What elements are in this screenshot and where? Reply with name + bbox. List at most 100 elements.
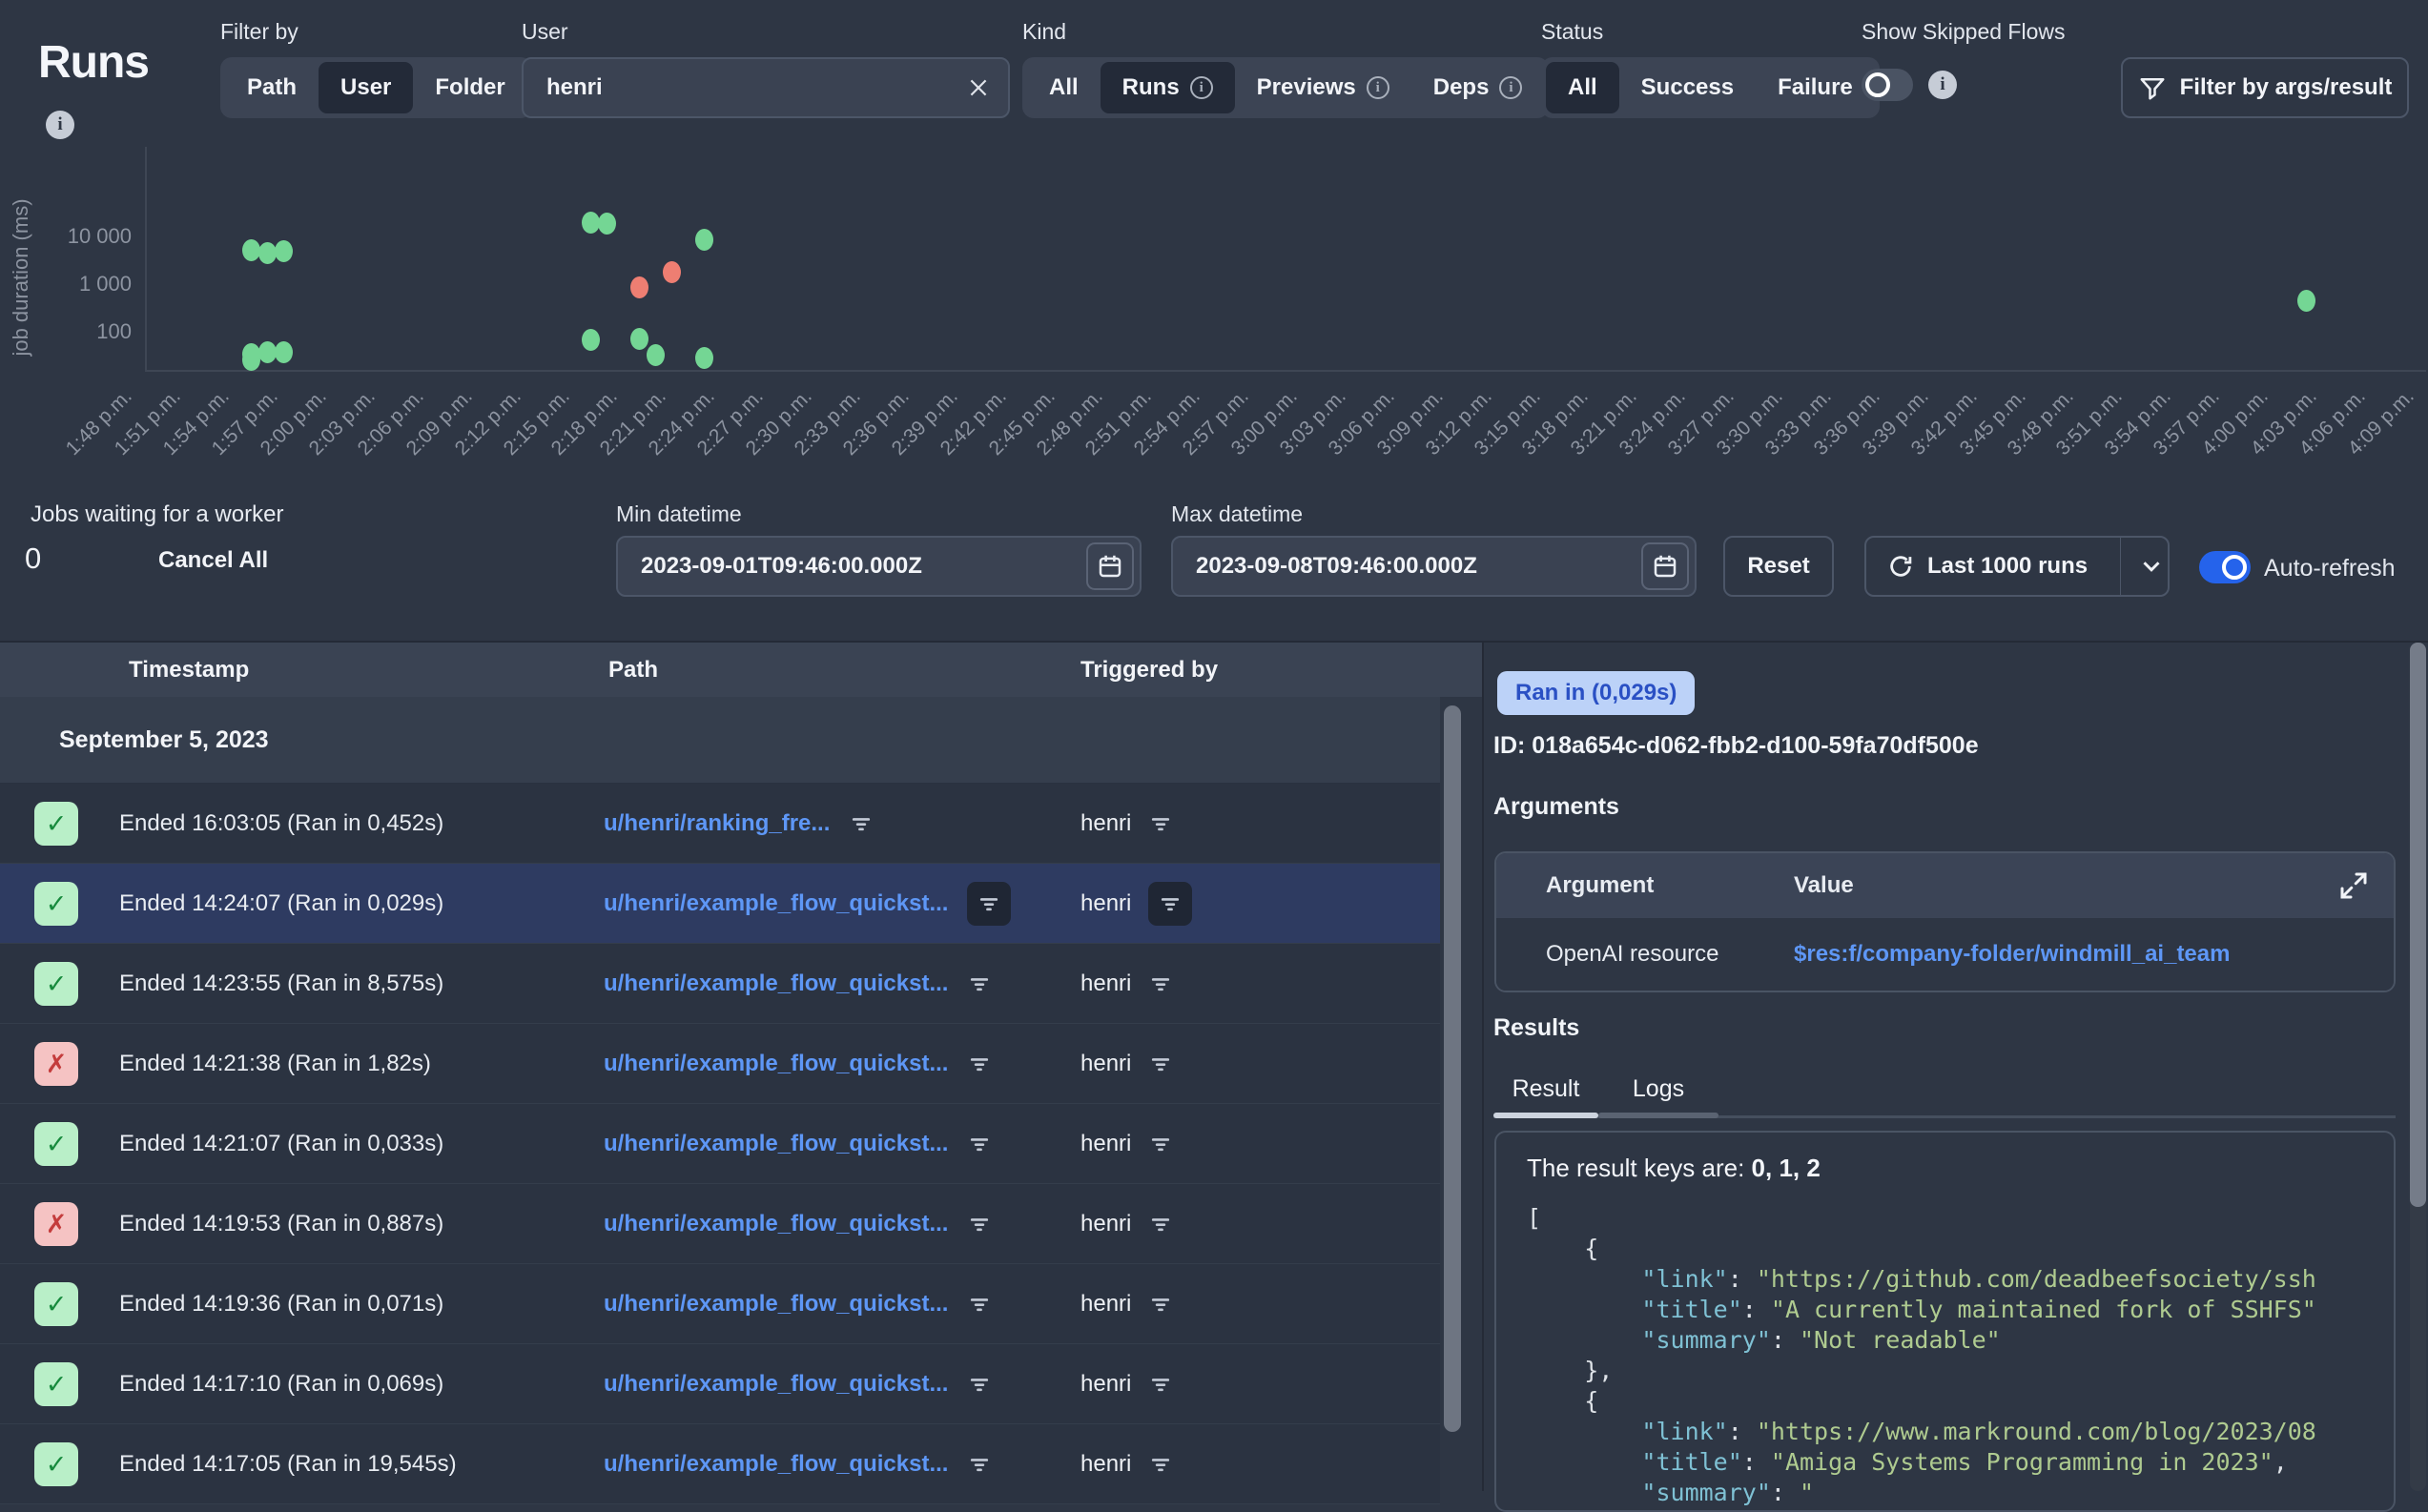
failure-icon: ✗ <box>34 1042 78 1086</box>
status-option-failure[interactable]: Failure <box>1756 62 1875 113</box>
run-row[interactable]: ✓Ended 14:24:07 (Ran in 0,029s)u/henri/e… <box>0 864 1440 944</box>
run-dot-failure[interactable] <box>663 261 681 283</box>
run-dot-success[interactable] <box>258 341 277 363</box>
filter-by-option-folder[interactable]: Folder <box>413 62 526 113</box>
user-filter-icon[interactable] <box>1148 1212 1173 1236</box>
min-datetime-calendar-icon[interactable] <box>1086 542 1134 590</box>
run-path-link[interactable]: u/henri/example_flow_quickst... <box>604 1371 948 1398</box>
show-skipped-flows-toggle[interactable] <box>1862 69 1913 101</box>
triggered-by-user: henri <box>1080 1051 1131 1077</box>
table-scrollbar[interactable] <box>1444 705 1461 1432</box>
run-dot-success[interactable] <box>647 344 665 366</box>
run-row[interactable]: ✓Ended 14:19:36 (Ran in 0,071s)u/henri/e… <box>0 1264 1440 1344</box>
cancel-all-button[interactable]: Cancel All <box>158 547 268 574</box>
run-dot-success[interactable] <box>258 242 277 264</box>
info-icon[interactable]: i <box>1190 76 1213 99</box>
path-filter-icon[interactable] <box>967 1292 992 1317</box>
path-filter-icon[interactable] <box>967 1372 992 1397</box>
path-filter-icon[interactable] <box>967 1212 992 1236</box>
user-filter-icon[interactable] <box>1148 1452 1173 1477</box>
success-icon: ✓ <box>34 802 78 846</box>
info-icon[interactable]: i <box>1499 76 1522 99</box>
run-path-link[interactable]: u/henri/example_flow_quickst... <box>604 971 948 997</box>
run-dot-success[interactable] <box>275 341 293 363</box>
user-filter-icon[interactable] <box>1148 971 1173 996</box>
min-datetime-field <box>616 536 1142 597</box>
user-filter-icon[interactable] <box>1148 1372 1173 1397</box>
clear-user-filter-icon[interactable] <box>966 75 991 100</box>
triggered-by-user: henri <box>1080 1371 1131 1398</box>
status-option-all[interactable]: All <box>1546 62 1619 113</box>
run-dot-failure[interactable] <box>630 276 648 298</box>
run-path-link[interactable]: u/henri/example_flow_quickst... <box>604 1211 948 1237</box>
run-row[interactable]: ✗ Ended 14:21:38 (Ran in 1,82s) u/henri/ex… <box>0 1024 1440 1104</box>
run-path-link[interactable]: u/henri/example_flow_quickst... <box>604 1051 948 1077</box>
path-filter-icon[interactable] <box>967 1452 992 1477</box>
filter-by-args-result-button[interactable]: Filter by args/result <box>2121 57 2409 118</box>
kind-option-all[interactable]: All <box>1027 62 1101 113</box>
run-dot-success[interactable] <box>2297 290 2315 312</box>
run-path-link[interactable]: u/henri/ranking_fre... <box>604 810 830 837</box>
show-skipped-info-icon[interactable]: i <box>1928 71 1957 99</box>
argument-value-link[interactable]: $res:f/company-folder/windmill_ai_team <box>1794 941 2230 968</box>
kind-option-runs[interactable]: Runsi <box>1101 62 1235 113</box>
run-path-link[interactable]: u/henri/example_flow_quickst... <box>604 890 948 917</box>
run-path-cell: u/henri/example_flow_quickst... <box>604 1184 992 1264</box>
run-row[interactable]: ✓Ended 14:17:10 (Ran in 0,069s)u/henri/e… <box>0 1344 1440 1424</box>
run-dot-success[interactable] <box>582 329 600 351</box>
auto-refresh-toggle[interactable] <box>2199 551 2251 583</box>
status-option-success[interactable]: Success <box>1619 62 1756 113</box>
user-filter-icon[interactable] <box>1148 1052 1173 1076</box>
run-dot-success[interactable] <box>695 229 713 251</box>
tab-logs[interactable]: Logs <box>1598 1070 1718 1108</box>
reset-button[interactable]: Reset <box>1723 536 1834 597</box>
max-datetime-input[interactable] <box>1194 552 1641 581</box>
path-filter-icon[interactable] <box>967 1052 992 1076</box>
run-dot-success[interactable] <box>598 213 616 235</box>
kind-option-previews[interactable]: Previewsi <box>1235 62 1411 113</box>
run-dot-success[interactable] <box>630 328 648 350</box>
last-runs-dropdown-button[interactable] <box>2134 538 2168 595</box>
path-filter-icon[interactable] <box>967 1132 992 1156</box>
run-dot-success[interactable] <box>275 240 293 262</box>
runs-info-icon[interactable]: i <box>46 111 74 139</box>
run-path-link[interactable]: u/henri/example_flow_quickst... <box>604 1451 948 1478</box>
path-filter-icon[interactable] <box>967 882 1011 926</box>
run-dot-success[interactable] <box>695 347 713 369</box>
kind-option-deps[interactable]: Depsi <box>1411 62 1545 113</box>
run-dot-success[interactable] <box>242 239 260 261</box>
last-runs-split-button: Last 1000 runs <box>1864 536 2170 597</box>
user-filter-icon[interactable] <box>1148 811 1173 836</box>
user-label: User <box>522 19 568 45</box>
filter-by-option-label: User <box>340 74 391 101</box>
run-triggered-by-cell: henri <box>1080 864 1192 944</box>
status-option-label: Success <box>1641 74 1734 101</box>
run-dot-success[interactable] <box>242 343 260 365</box>
run-timestamp: Ended 14:21:38 (Ran in 1,82s) <box>119 1024 431 1104</box>
info-icon[interactable]: i <box>1367 76 1389 99</box>
max-datetime-calendar-icon[interactable] <box>1641 542 1689 590</box>
run-path-link[interactable]: u/henri/example_flow_quickst... <box>604 1131 948 1157</box>
run-row[interactable]: ✓Ended 16:03:05 (Ran in 0,452s)u/henri/r… <box>0 784 1440 864</box>
filter-by-option-label: Path <box>247 74 297 101</box>
user-filter-icon[interactable] <box>1148 1132 1173 1156</box>
user-filter-icon[interactable] <box>1148 1292 1173 1317</box>
run-path-link[interactable]: u/henri/example_flow_quickst... <box>604 1291 948 1318</box>
tab-result[interactable]: Result <box>1493 1070 1598 1108</box>
min-datetime-input[interactable] <box>639 552 1086 581</box>
filter-by-option-path[interactable]: Path <box>225 62 319 113</box>
run-row[interactable]: ✓Ended 14:17:05 (Ran in 19,545s)u/henri/… <box>0 1424 1440 1504</box>
expand-icon[interactable] <box>2336 868 2371 903</box>
run-row[interactable]: ✗Ended 14:19:53 (Ran in 0,887s)u/henri/e… <box>0 1184 1440 1264</box>
path-filter-icon[interactable] <box>849 811 874 836</box>
user-filter-icon[interactable] <box>1148 882 1192 926</box>
user-filter-input[interactable] <box>545 73 966 102</box>
last-runs-refresh-button[interactable]: Last 1000 runs <box>1866 538 2088 595</box>
panel-scrollbar-thumb[interactable] <box>2410 643 2426 1207</box>
run-row[interactable]: ✓Ended 14:23:55 (Ran in 8,575s)u/henri/e… <box>0 944 1440 1024</box>
result-json[interactable]: [ { "link": "https://github.com/deadbeef… <box>1527 1203 2394 1508</box>
run-row[interactable]: ✓Ended 14:21:07 (Ran in 0,033s)u/henri/e… <box>0 1104 1440 1184</box>
x-axis-line <box>145 370 2426 372</box>
filter-by-option-user[interactable]: User <box>319 62 413 113</box>
path-filter-icon[interactable] <box>967 971 992 996</box>
